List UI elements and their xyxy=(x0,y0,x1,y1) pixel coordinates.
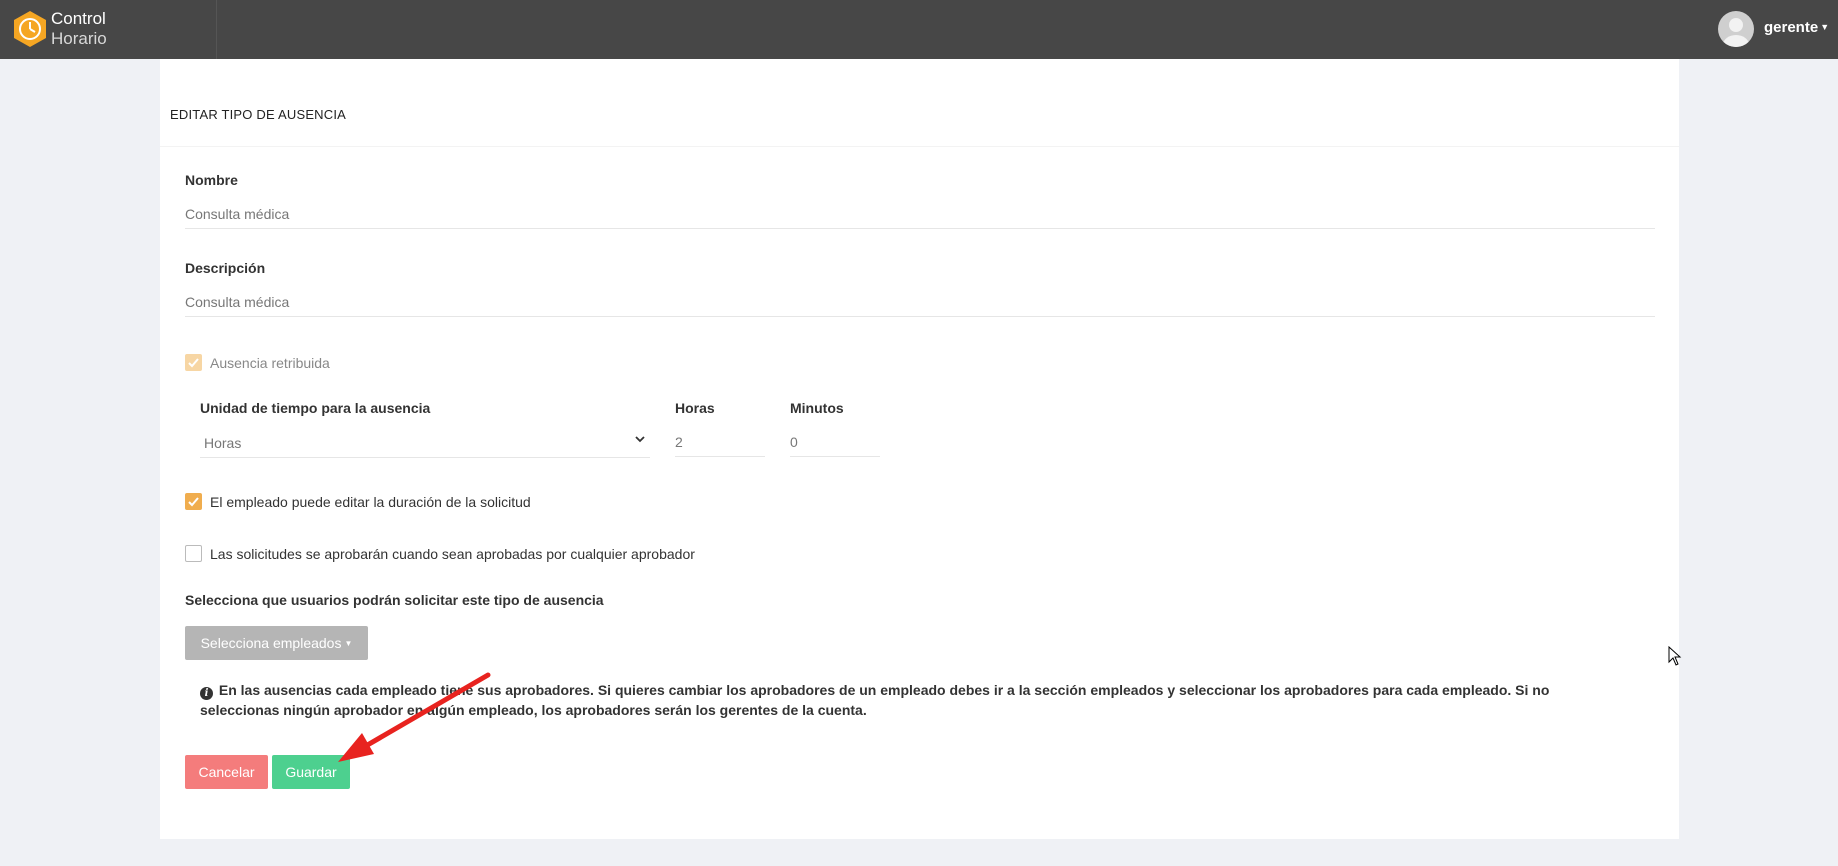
caret-down-icon: ▼ xyxy=(344,639,353,648)
time-unit-value: Horas xyxy=(204,435,242,451)
users-label: Selecciona que usuarios podrán solicitar… xyxy=(185,592,604,608)
paid-absence-checkbox[interactable] xyxy=(185,354,202,371)
minutes-input[interactable] xyxy=(790,427,880,457)
select-employees-button[interactable]: Selecciona empleados ▼ xyxy=(185,626,368,660)
descripcion-label: Descripción xyxy=(185,260,266,276)
top-navbar: Control Horario gerente ▼ xyxy=(0,0,1838,59)
user-avatar[interactable] xyxy=(1718,11,1754,47)
edit-duration-label: El empleado puede editar la duración de … xyxy=(210,494,531,510)
hours-input[interactable] xyxy=(675,427,765,457)
brand-line2: Horario xyxy=(51,29,107,48)
descripcion-input[interactable] xyxy=(185,287,1655,317)
paid-absence-label: Ausencia retribuida xyxy=(210,355,330,371)
chevron-down-icon xyxy=(635,436,645,443)
hours-label: Horas xyxy=(675,400,715,416)
user-name: gerente xyxy=(1764,19,1819,36)
nombre-label: Nombre xyxy=(185,172,238,188)
cancel-button[interactable]: Cancelar xyxy=(185,755,268,789)
clock-logo-icon[interactable] xyxy=(12,10,48,48)
any-approver-checkbox[interactable] xyxy=(185,545,202,562)
time-unit-label: Unidad de tiempo para la ausencia xyxy=(200,400,431,416)
user-menu[interactable]: gerente ▼ xyxy=(1764,19,1829,36)
brand-name[interactable]: Control Horario xyxy=(51,9,107,49)
time-unit-select[interactable]: Horas xyxy=(200,427,650,458)
any-approver-label: Las solicitudes se aprobarán cuando sean… xyxy=(210,546,695,562)
nombre-input[interactable] xyxy=(185,199,1655,229)
panel-divider xyxy=(160,146,1679,147)
minutes-label: Minutos xyxy=(790,400,844,416)
page-title: EDITAR TIPO DE AUSENCIA xyxy=(170,107,347,122)
mouse-cursor-icon xyxy=(1668,646,1682,666)
info-icon: i xyxy=(200,687,213,700)
edit-absence-panel: EDITAR TIPO DE AUSENCIA Nombre Descripci… xyxy=(160,59,1679,839)
select-employees-label: Selecciona empleados xyxy=(200,635,342,651)
save-button[interactable]: Guardar xyxy=(272,755,350,789)
navbar-divider xyxy=(216,0,217,59)
approvers-info: i En las ausencias cada empleado tiene s… xyxy=(200,680,1630,720)
approvers-info-text: En las ausencias cada empleado tiene sus… xyxy=(200,682,1550,718)
edit-duration-checkbox[interactable] xyxy=(185,493,202,510)
brand-line1: Control xyxy=(51,9,106,28)
caret-down-icon: ▼ xyxy=(1820,22,1830,32)
